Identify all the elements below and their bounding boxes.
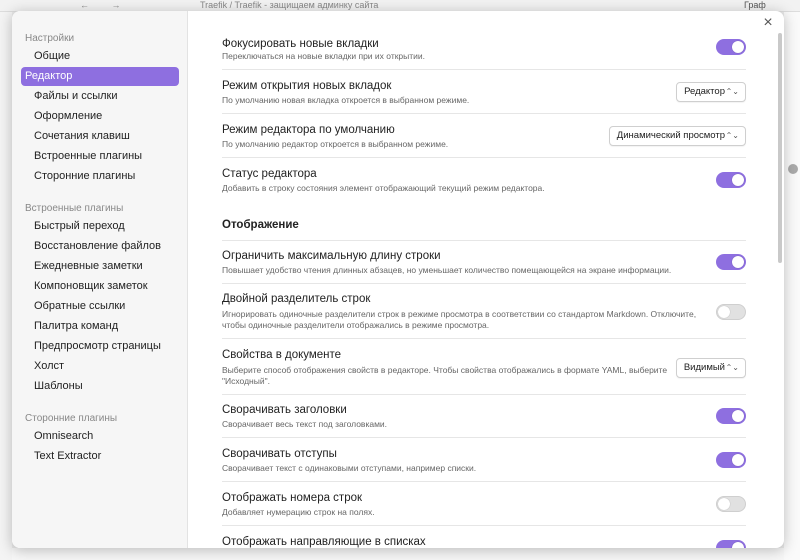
setting-fold-indent: Сворачивать отступы Сворачивает текст с … [222, 437, 746, 481]
setting-description: Переключаться на новые вкладки при их от… [222, 51, 426, 61]
setting-focus-new-tabs: Фокусировать новые вкладки Переключаться… [222, 11, 746, 66]
focus-new-tabs-toggle[interactable] [716, 39, 746, 55]
readable-line-length-toggle[interactable] [716, 254, 746, 270]
setting-description: По умолчанию новая вкладка откроется в в… [222, 95, 470, 105]
nav-arrows-icon[interactable]: ← → [80, 0, 131, 10]
settings-modal: × Настройки Общие Редактор Файлы и ссылки Оф… [12, 11, 784, 548]
chevron-updown-icon: ⌃⌄ [725, 363, 739, 372]
select-value: Редактор [684, 86, 725, 97]
setting-description: Повышает удобство чтения длинных абзацев… [222, 265, 672, 275]
indent-guides-toggle[interactable] [716, 540, 746, 548]
sidebar-group-header: Встроенные плагины [25, 203, 124, 214]
select-value: Динамический просмотр [616, 130, 725, 141]
sidebar-item[interactable]: Восстановление файлов [21, 237, 179, 256]
sidebar-item[interactable]: Шаблоны [21, 377, 179, 396]
settings-content: Фокусировать новые вкладки Переключаться… [188, 11, 784, 548]
setting-description: Сворачивает весь текст под заголовками. [222, 419, 388, 429]
sidebar-item[interactable]: Text Extractor [21, 447, 179, 466]
chevron-updown-icon: ⌃⌄ [725, 131, 739, 140]
scrollbar-thumb[interactable] [778, 33, 782, 263]
sidebar-item[interactable]: Сочетания клавиш [21, 127, 179, 146]
background-left-pane [0, 12, 12, 560]
sidebar-item[interactable]: Omnisearch [21, 427, 179, 446]
chevron-updown-icon: ⌃⌄ [725, 87, 739, 96]
setting-indent-guides: Отображать направляющие в списках [222, 525, 746, 548]
background-right-pane [784, 12, 800, 560]
background-tab-title: Traefik / Traefik - защищаем админку сай… [200, 0, 379, 10]
sidebar-item[interactable]: Предпросмотр страницы [21, 337, 179, 356]
setting-name: Свойства в документе [222, 349, 342, 361]
setting-description: По умолчанию редактор откроется в выбран… [222, 139, 449, 149]
content-scrollbar[interactable] [777, 11, 783, 548]
sidebar-group-header: Настройки [25, 33, 75, 44]
toggle-knob [732, 174, 744, 186]
setting-name: Отображать направляющие в списках [222, 536, 426, 548]
sidebar-item[interactable]: Ежедневные заметки [21, 257, 179, 276]
setting-description-line-2: чтобы одиночные разделители отображались… [222, 320, 490, 330]
line-numbers-toggle[interactable] [716, 496, 746, 512]
fold-indent-toggle[interactable] [716, 452, 746, 468]
toggle-knob [718, 498, 730, 510]
section-title-display: Отображение [222, 219, 299, 231]
sidebar-item[interactable]: Редактор [21, 67, 179, 86]
sidebar-item[interactable]: Сторонние плагины [21, 167, 179, 186]
setting-name: Ограничить максимальную длину строки [222, 250, 441, 262]
sidebar-item[interactable]: Холст [21, 357, 179, 376]
toggle-knob [732, 41, 744, 53]
setting-description: Добавить в строку состояния элемент отоб… [222, 183, 545, 193]
sidebar-item[interactable]: Оформление [21, 107, 179, 126]
sidebar-item[interactable]: Компоновщик заметок [21, 277, 179, 296]
default-editor-mode-select[interactable]: Динамический просмотр ⌃⌄ [608, 126, 746, 146]
setting-description: Сворачивает текст с одинаковыми отступам… [222, 463, 477, 473]
toggle-knob [732, 454, 744, 466]
setting-editor-status: Статус редактора Добавить в строку состо… [222, 157, 746, 201]
toggle-knob [718, 306, 730, 318]
setting-properties-in-document: Свойства в документе Выберите способ ото… [222, 338, 746, 394]
setting-description-line-2: "Исходный". [222, 376, 270, 386]
setting-name: Статус редактора [222, 168, 317, 180]
new-tab-mode-select[interactable]: Редактор ⌃⌄ [676, 82, 746, 102]
setting-line-numbers: Отображать номера строк Добавляет нумера… [222, 481, 746, 525]
setting-name: Фокусировать новые вкладки [222, 38, 379, 50]
setting-description-line-1: Выберите способ отображения свойств в ре… [222, 365, 668, 375]
sidebar-item[interactable]: Быстрый переход [21, 217, 179, 236]
sidebar-item[interactable]: Встроенные плагины [21, 147, 179, 166]
setting-fold-headings: Сворачивать заголовки Сворачивает весь т… [222, 394, 746, 437]
toggle-knob [732, 410, 744, 422]
setting-description-line-1: Игнорировать одиночные разделители строк… [222, 309, 697, 319]
settings-sidebar: Настройки Общие Редактор Файлы и ссылки Офор… [12, 11, 188, 548]
setting-name: Сворачивать отступы [222, 448, 337, 460]
select-value: Видимый [683, 362, 725, 373]
setting-name: Сворачивать заголовки [222, 404, 347, 416]
setting-strict-line-breaks: Двойной разделитель строк Игнорировать о… [222, 283, 746, 338]
sidebar-item[interactable]: Файлы и ссылки [21, 87, 179, 106]
graph-node-icon [788, 164, 798, 174]
sidebar-item[interactable]: Общие [21, 47, 179, 66]
setting-default-editor-mode: Режим редактора по умолчанию По умолчани… [222, 113, 746, 157]
setting-description: Добавляет нумерацию строк на полях. [222, 507, 375, 517]
setting-name: Режим редактора по умолчанию [222, 124, 395, 136]
background-bottom [12, 548, 784, 560]
setting-readable-line-length: Ограничить максимальную длину строки Пов… [222, 240, 746, 283]
sidebar-group-header: Сторонние плагины [25, 413, 118, 424]
toggle-knob [732, 256, 744, 268]
setting-new-tab-mode: Режим открытия новых вкладок По умолчани… [222, 69, 746, 113]
editor-status-toggle[interactable] [716, 172, 746, 188]
setting-name: Режим открытия новых вкладок [222, 80, 392, 92]
toggle-knob [732, 542, 744, 548]
background-graph-label: Граф [744, 0, 766, 10]
sidebar-item[interactable]: Обратные ссылки [21, 297, 179, 316]
fold-headings-toggle[interactable] [716, 408, 746, 424]
sidebar-item[interactable]: Палитра команд [21, 317, 179, 336]
setting-name: Двойной разделитель строк [222, 293, 371, 305]
properties-in-document-select[interactable]: Видимый ⌃⌄ [675, 358, 746, 378]
strict-line-breaks-toggle[interactable] [716, 304, 746, 320]
setting-name: Отображать номера строк [222, 492, 363, 504]
